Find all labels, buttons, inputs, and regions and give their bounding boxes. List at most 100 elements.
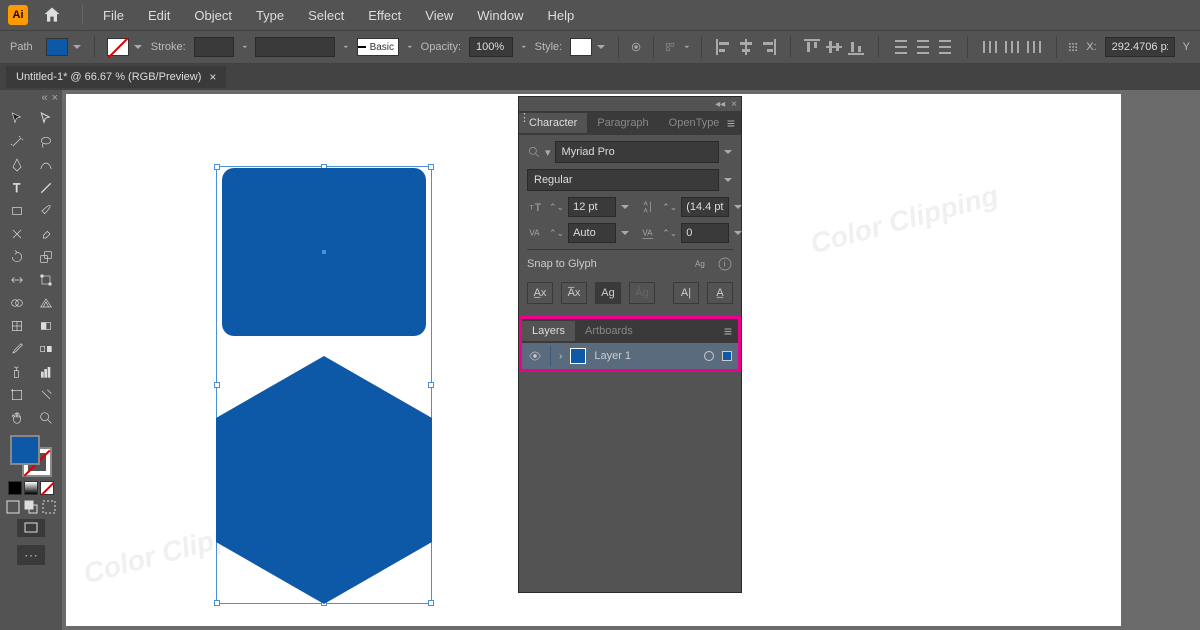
brush-dropdown[interactable] <box>407 42 413 52</box>
layer-row[interactable]: › Layer 1 <box>522 343 738 369</box>
recolor-icon[interactable] <box>631 38 641 56</box>
align-right-icon[interactable] <box>758 37 778 57</box>
transform-icon[interactable] <box>1068 38 1078 56</box>
glyph-center-icon[interactable]: A̲ <box>707 282 733 304</box>
tracking-dropdown[interactable] <box>733 228 743 238</box>
document-tab[interactable]: Untitled-1* @ 66.67 % (RGB/Preview) × <box>6 66 226 88</box>
menu-view[interactable]: View <box>415 4 463 27</box>
tab-artboards[interactable]: Artboards <box>575 321 643 341</box>
panel-grip[interactable]: ⋮ <box>519 111 523 135</box>
panel-collapse-icon[interactable]: ◂◂ <box>715 99 725 110</box>
kerning-input[interactable] <box>568 223 616 243</box>
stroke-dash-dropdown[interactable] <box>343 42 349 52</box>
tab-opentype[interactable]: OpenType <box>659 113 730 133</box>
tab-paragraph[interactable]: Paragraph <box>587 113 658 133</box>
mesh-tool[interactable] <box>3 315 31 337</box>
glyph-bounds-icon[interactable]: Ag <box>595 282 621 304</box>
slice-tool[interactable] <box>32 384 60 406</box>
direct-selection-tool[interactable] <box>32 108 60 130</box>
menu-edit[interactable]: Edit <box>138 4 180 27</box>
tracking-input[interactable] <box>681 223 729 243</box>
scale-tool[interactable] <box>32 246 60 268</box>
menu-select[interactable]: Select <box>298 4 354 27</box>
width-tool[interactable] <box>3 269 31 291</box>
layer-name-label[interactable]: Layer 1 <box>594 350 631 362</box>
fill-swatch[interactable] <box>10 435 40 465</box>
glyph-proximity-icon[interactable]: A| <box>673 282 699 304</box>
align-top-icon[interactable] <box>802 37 822 57</box>
fill-color[interactable] <box>46 38 82 56</box>
align-bottom-icon[interactable] <box>846 37 866 57</box>
distribute-v1-icon[interactable] <box>891 37 911 57</box>
edit-toolbar-button[interactable]: ⋯ <box>17 545 45 565</box>
line-tool[interactable] <box>32 177 60 199</box>
eyedropper-tool[interactable] <box>3 338 31 360</box>
selection-indicator[interactable] <box>722 351 732 361</box>
free-transform-tool[interactable] <box>32 269 60 291</box>
menu-file[interactable]: File <box>93 4 134 27</box>
distribute-h2-icon[interactable] <box>1002 37 1022 57</box>
align-to-dropdown[interactable] <box>684 42 690 52</box>
color-mode-none[interactable] <box>40 481 54 495</box>
magic-wand-tool[interactable] <box>3 131 31 153</box>
draw-behind-icon[interactable] <box>23 499 39 515</box>
opacity-input[interactable] <box>469 37 513 57</box>
blend-tool[interactable] <box>32 338 60 360</box>
leading-dropdown[interactable] <box>733 202 743 212</box>
shaper-tool[interactable] <box>3 223 31 245</box>
shape-builder-tool[interactable] <box>3 292 31 314</box>
snap-ag-icon[interactable]: Ag <box>693 256 709 272</box>
align-to-icon[interactable] <box>665 38 675 56</box>
font-family-dropdown[interactable] <box>723 147 733 157</box>
type-tool[interactable]: T <box>3 177 31 199</box>
font-size-input[interactable] <box>568 197 616 217</box>
selection-tool[interactable] <box>3 108 31 130</box>
rotate-tool[interactable] <box>3 246 31 268</box>
fill-stroke-indicator[interactable] <box>10 435 52 477</box>
stroke-color[interactable] <box>107 38 143 56</box>
panel-menu-icon[interactable]: ≡ <box>727 115 735 131</box>
lasso-tool[interactable] <box>32 131 60 153</box>
stroke-weight-dropdown[interactable] <box>242 42 248 52</box>
paintbrush-tool[interactable] <box>32 200 60 222</box>
menu-window[interactable]: Window <box>467 4 533 27</box>
brush-definition[interactable]: Basic <box>357 38 399 56</box>
screen-mode-icon[interactable] <box>17 519 45 537</box>
hexagon-shape[interactable] <box>216 356 432 604</box>
kerning-dropdown[interactable] <box>620 228 630 238</box>
menu-effect[interactable]: Effect <box>358 4 411 27</box>
distribute-h3-icon[interactable] <box>1024 37 1044 57</box>
font-style-select[interactable] <box>527 169 719 191</box>
align-vcenter-icon[interactable] <box>824 37 844 57</box>
dock-collapse-icon[interactable]: « <box>41 92 47 104</box>
panel-close-icon[interactable]: × <box>731 99 737 110</box>
artboard-tool[interactable] <box>3 384 31 406</box>
menu-type[interactable]: Type <box>246 4 294 27</box>
selection-handle[interactable] <box>428 164 434 170</box>
menu-help[interactable]: Help <box>537 4 584 27</box>
graphic-style[interactable] <box>570 38 606 56</box>
glyph-angular-icon[interactable]: Âg <box>629 282 655 304</box>
rectangle-tool[interactable] <box>3 200 31 222</box>
leading-input[interactable] <box>681 197 729 217</box>
column-graph-tool[interactable] <box>32 361 60 383</box>
perspective-grid-tool[interactable] <box>32 292 60 314</box>
target-icon[interactable] <box>704 351 714 361</box>
gradient-tool[interactable] <box>32 315 60 337</box>
snap-info-icon[interactable]: i <box>717 256 733 272</box>
app-icon[interactable]: Ai <box>8 5 28 25</box>
font-family-select[interactable] <box>555 141 719 163</box>
home-icon[interactable] <box>42 5 62 25</box>
menu-object[interactable]: Object <box>184 4 242 27</box>
dock-close-icon[interactable]: × <box>52 92 58 104</box>
hand-tool[interactable] <box>3 407 31 429</box>
stroke-weight-input[interactable] <box>194 37 234 57</box>
align-left-icon[interactable] <box>714 37 734 57</box>
expand-icon[interactable]: › <box>559 351 562 362</box>
glyph-xheight-icon[interactable]: A̅x <box>561 282 587 304</box>
curvature-tool[interactable] <box>32 154 60 176</box>
opacity-dropdown[interactable] <box>521 42 527 52</box>
distribute-v3-icon[interactable] <box>935 37 955 57</box>
stroke-dash-input[interactable] <box>255 37 335 57</box>
draw-normal-icon[interactable] <box>5 499 21 515</box>
